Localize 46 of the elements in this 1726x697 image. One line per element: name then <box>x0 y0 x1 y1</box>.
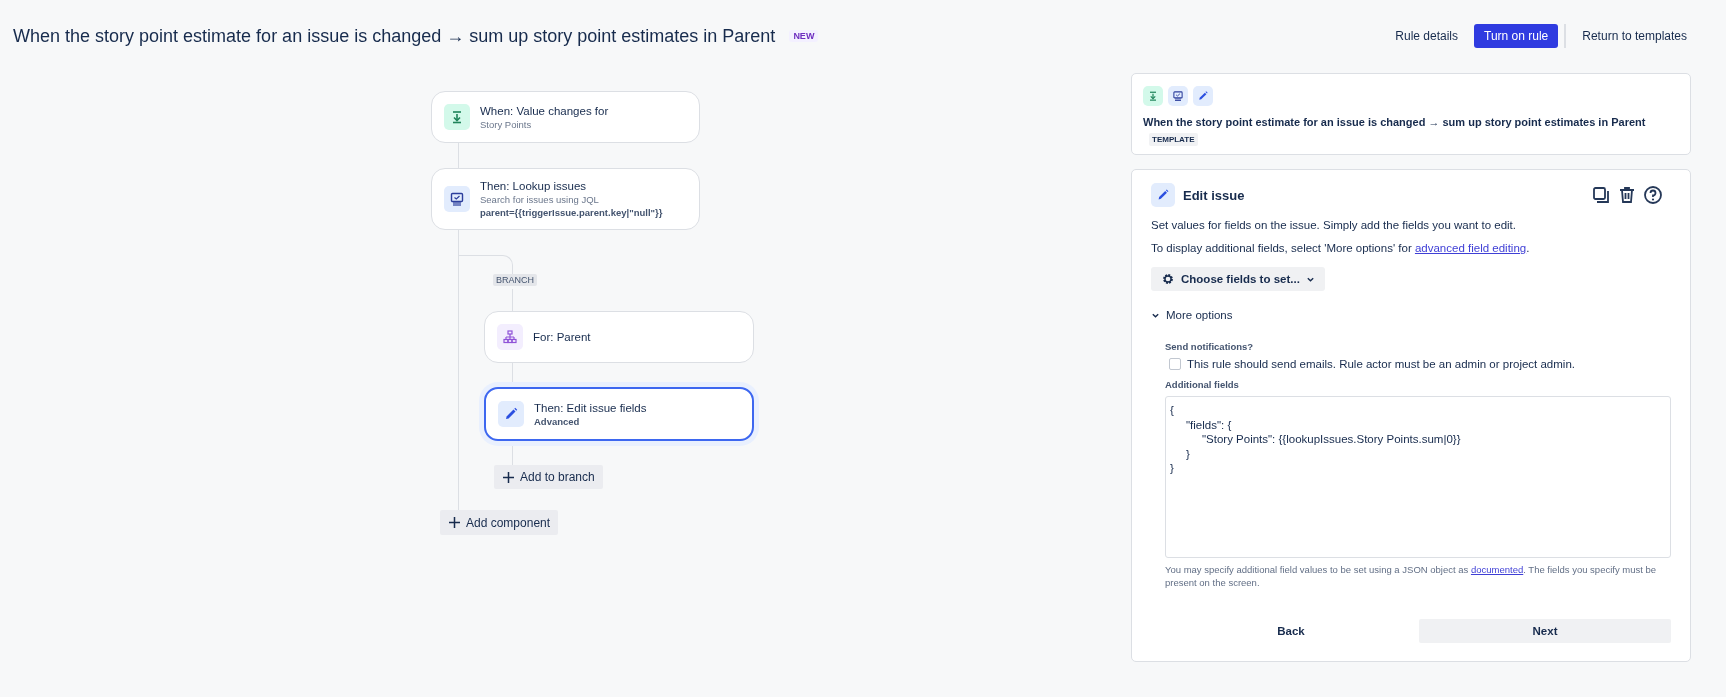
node-subtitle: Advanced <box>534 415 581 427</box>
template-tag: TEMPLATE <box>1149 133 1198 146</box>
pencil-icon <box>1193 86 1213 106</box>
plus-icon <box>502 470 515 484</box>
node-subtitle: Search for issues using JQL <box>480 194 600 205</box>
checkbox-label: This rule should send emails. Rule actor must be an admin or project admin. <box>1187 358 1575 370</box>
hierarchy-icon <box>497 324 523 350</box>
plus-icon <box>448 516 461 529</box>
checkbox[interactable] <box>1169 358 1181 370</box>
node-title: For: Parent <box>533 331 591 343</box>
editor-description: Set values for fields on the issue. Simply add the fields you want to edit. <box>1151 219 1517 231</box>
help-text: You may specify additional field values to be set using a JSON object as documented. The fields you specify must be present on the screen. <box>1165 563 1658 589</box>
node-title: Then: Lookup issues <box>480 180 588 192</box>
next-button[interactable]: Next <box>1419 619 1671 643</box>
flow-node[interactable]: Then: Lookup issues Search for issues using JQL parent={{triggerIssue.parent.key|"null"}} <box>431 168 700 230</box>
monitor-icon <box>1168 86 1188 106</box>
editor-title: Edit issue <box>1183 187 1245 203</box>
field-label: Additional fields <box>1165 379 1240 390</box>
node-subtitle: Story Points <box>480 118 533 130</box>
choose-fields-button[interactable]: Choose fields to set... <box>1151 267 1325 291</box>
node-title: When: Value changes for <box>480 104 609 117</box>
help-icon[interactable] <box>1643 185 1663 205</box>
add-component-button[interactable]: Add component <box>440 510 559 535</box>
add-to-branch-button[interactable]: Add to branch <box>494 465 603 489</box>
template-title: When the story point estimate for an issue is changed → sum up story point estimates in Parent <box>1143 116 1647 128</box>
gear-icon <box>1161 272 1175 286</box>
node-code: parent={{triggerIssue.parent.key|"null"}} <box>480 207 663 218</box>
json-input-field[interactable]: { "fields": { "Story Points": {{lookupIssues.Story Points.sum|0}} } } <box>1165 396 1671 558</box>
turn-on-button[interactable]: Turn on rule <box>1474 24 1559 48</box>
more-options-toggle[interactable]: More options <box>1166 309 1233 321</box>
new-badge: NEW <box>789 30 819 42</box>
node-title: Then: Edit issue fields <box>534 401 647 414</box>
field-label: Send notifications? <box>1165 341 1255 352</box>
page-title: When the story point estimate for an issue is changed → sum up story point estimates in Parent <box>13 25 776 47</box>
branch-label: BRANCH <box>493 274 537 286</box>
trash-icon[interactable] <box>1617 185 1637 205</box>
header-link-button[interactable]: Rule details <box>1385 24 1468 48</box>
editor-hint: To display additional fields, select 'More options' for advanced field editing. <box>1151 242 1531 254</box>
back-button[interactable]: Back <box>1165 619 1417 643</box>
copy-icon[interactable] <box>1591 185 1611 205</box>
pencil-icon <box>498 401 524 427</box>
flow-node[interactable]: When: Value changes for Story Points <box>431 91 700 143</box>
monitor-icon <box>444 186 470 212</box>
pencil-icon <box>1151 183 1175 207</box>
header-link-button[interactable]: Return to templates <box>1572 24 1697 48</box>
flow-node[interactable]: For: Parent <box>484 311 754 363</box>
